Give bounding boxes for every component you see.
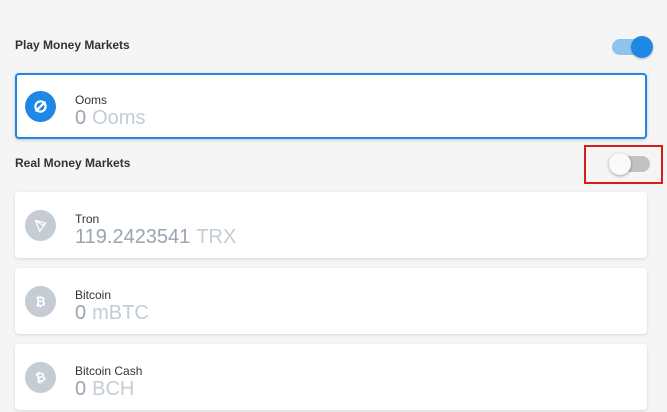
balance-amount: 0 — [75, 107, 87, 129]
real-money-toggle[interactable] — [609, 153, 650, 175]
balance-unit: mBTC — [92, 302, 149, 324]
play-money-title: Play Money Markets — [15, 38, 130, 52]
market-name: Tron — [75, 212, 100, 226]
market-name: Ooms — [75, 93, 108, 107]
balance-amount: 119.2423541 — [75, 226, 191, 248]
balance-unit: Ooms — [92, 107, 146, 129]
svg-text:₿: ₿ — [34, 370, 48, 386]
market-balance: 0 mBTC — [75, 302, 149, 325]
real-money-title: Real Money Markets — [15, 156, 131, 170]
toggle-knob — [631, 36, 653, 58]
balance-amount: 0 — [75, 378, 87, 400]
svg-text:₿: ₿ — [35, 295, 45, 310]
ooms-icon — [25, 91, 56, 122]
market-card-tron[interactable]: Tron 119.2423541 TRX — [15, 192, 647, 258]
balance-amount: 0 — [75, 302, 87, 324]
balance-unit: BCH — [92, 378, 135, 400]
market-balance: 0 Ooms — [75, 107, 145, 130]
market-card-bitcoin-cash[interactable]: ₿ Bitcoin Cash 0 BCH — [15, 344, 647, 410]
market-balance: 119.2423541 TRX — [75, 226, 236, 249]
bitcoin-cash-icon: ₿ — [25, 362, 56, 393]
bitcoin-icon: ₿ — [25, 286, 56, 317]
play-money-toggle[interactable] — [612, 36, 653, 58]
market-balance: 0 BCH — [75, 378, 134, 401]
market-name: Bitcoin — [75, 288, 112, 302]
tron-icon — [25, 210, 56, 241]
market-card-bitcoin[interactable]: ₿ Bitcoin 0 mBTC — [15, 268, 647, 334]
toggle-knob — [609, 153, 631, 175]
balance-unit: TRX — [196, 226, 237, 248]
market-name: Bitcoin Cash — [75, 364, 143, 378]
market-card-ooms[interactable]: Ooms 0 Ooms — [15, 73, 647, 139]
